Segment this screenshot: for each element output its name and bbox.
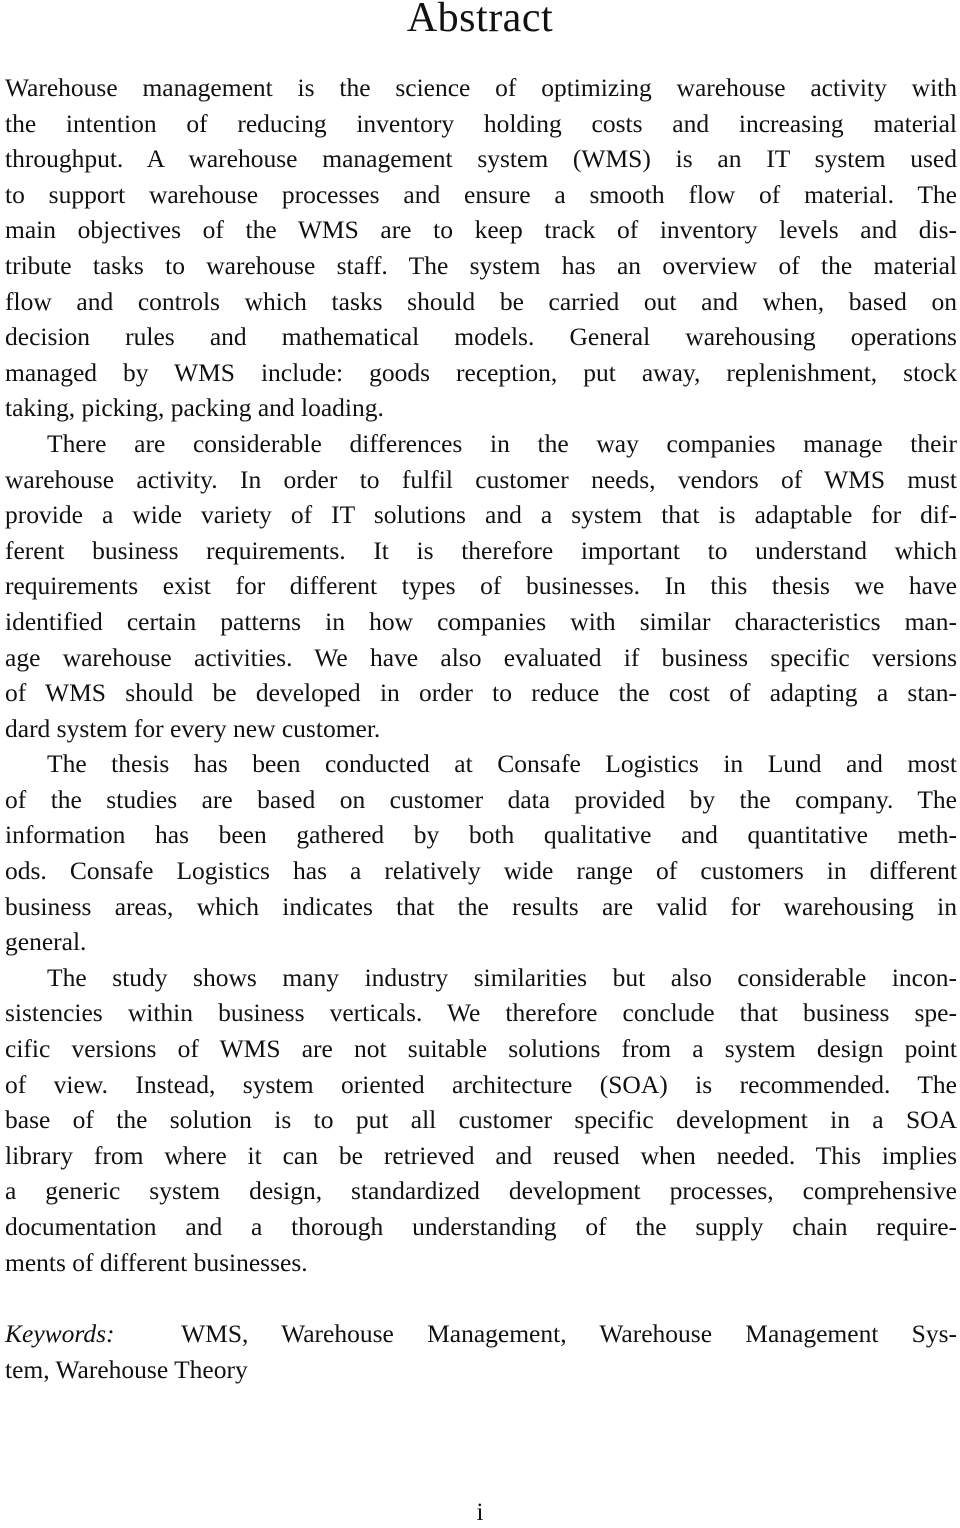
text-line: provide a wide variety of IT solutions a… (5, 500, 957, 530)
text-line: main objectives of the WMS are to keep t… (5, 215, 957, 245)
text-line: business areas, which indicates that the… (5, 891, 957, 921)
text-line: flow and controls which tasks should be … (5, 286, 957, 316)
text-line: The thesis has been conducted at Consafe… (47, 749, 957, 779)
paragraph-2: There are considerable differences in th… (5, 426, 957, 746)
text-line: decision rules and mathematical models. … (5, 322, 957, 352)
keywords-line: tem, Warehouse Theory (5, 1354, 248, 1384)
text-line: ments of different businesses. (5, 1247, 308, 1277)
text-line: warehouse activity. In order to fulfil c… (5, 464, 957, 494)
keywords-line: Keywords: WMS, Warehouse Management, War… (5, 1316, 957, 1352)
text-line: tribute tasks to warehouse staff. The sy… (5, 250, 957, 280)
abstract-title: Abstract (406, 0, 554, 41)
text-line: of the studies are based on customer dat… (5, 784, 957, 814)
text-line: a generic system design, standardized de… (5, 1176, 957, 1206)
text-line: of WMS should be developed in order to r… (5, 678, 957, 708)
text-line: information has been gathered by both qu… (5, 820, 957, 850)
text-line: There are considerable differences in th… (47, 428, 957, 458)
text-line: dard system for every new customer. (5, 713, 381, 743)
text-line: throughput. A warehouse management syste… (5, 144, 957, 174)
paragraph-1: Warehouse management is the science of o… (5, 70, 957, 426)
text-line: managed by WMS include: goods reception,… (5, 357, 957, 387)
text-line: identified certain patterns in how compa… (5, 606, 957, 636)
text-line: general. (5, 927, 87, 957)
text-line: of view. Instead, system oriented archit… (5, 1069, 957, 1099)
text-line: sistencies within business verticals. We… (5, 998, 957, 1028)
text-line: cific versions of WMS are not suitable s… (5, 1034, 957, 1064)
text-line: Warehouse management is the science of o… (5, 73, 957, 102)
text-line: the intention of reducing inventory hold… (5, 108, 957, 138)
keywords-block: Keywords: WMS, Warehouse Management, War… (5, 1316, 957, 1387)
text-line: library from where it can be retrieved a… (5, 1140, 957, 1170)
page-number: i (476, 1499, 484, 1526)
text-line: requirements exist for different types o… (5, 571, 957, 601)
keywords-list: WMS, Warehouse Management, Warehouse Man… (181, 1319, 958, 1348)
text-line: age warehouse activities. We have also e… (5, 642, 957, 672)
text-line: ods. Consafe Logistics has a relatively … (5, 856, 957, 886)
abstract-body: Warehouse management is the science of o… (5, 70, 957, 1280)
text-line: The study shows many industry similariti… (47, 962, 957, 992)
text-line: base of the solution is to put all custo… (5, 1105, 957, 1135)
paragraph-3: The thesis has been conducted at Consafe… (5, 746, 957, 960)
paragraph-4: The study shows many industry similariti… (5, 960, 957, 1280)
text-line: to support warehouse processes and ensur… (5, 179, 957, 209)
keywords-label: Keywords: (5, 1319, 115, 1348)
text-line: documentation and a thorough understandi… (5, 1212, 957, 1241)
text-line: ferent business requirements. It is ther… (5, 535, 957, 565)
text-line: taking, picking, packing and loading. (5, 393, 384, 423)
